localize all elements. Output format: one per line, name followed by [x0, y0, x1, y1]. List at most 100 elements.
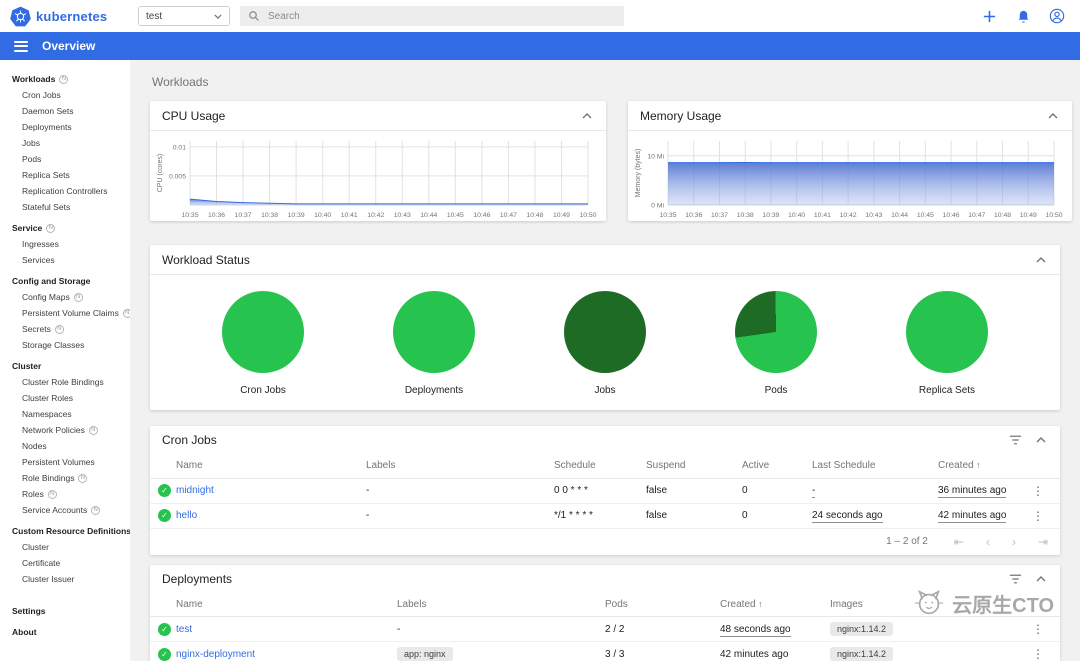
resource-link[interactable]: test	[176, 624, 192, 635]
column-header-labels[interactable]: Labels	[366, 460, 395, 471]
collapse-button[interactable]	[580, 111, 594, 121]
collapse-button[interactable]	[1034, 435, 1048, 445]
namespace-select[interactable]: test	[138, 6, 230, 26]
relative-time: 24 seconds ago	[812, 510, 883, 523]
sidebar-item-settings[interactable]: Settings	[0, 603, 130, 619]
sidebar-item-network-policies[interactable]: Network PoliciesN	[0, 422, 130, 438]
table-row: midnight-0 0 * * *false0-36 minutes ago	[150, 478, 1060, 503]
top-actions	[980, 7, 1080, 25]
brand-area[interactable]: kubernetes	[0, 6, 130, 27]
sidebar-item-persistent-volumes[interactable]: Persistent Volumes	[0, 454, 130, 470]
row-menu-button[interactable]	[1026, 622, 1050, 636]
sidebar-item-daemon-sets[interactable]: Daemon Sets	[0, 103, 130, 119]
column-header-created[interactable]: Created	[720, 599, 763, 610]
sidebar-item-storage-classes[interactable]: Storage Classes	[0, 337, 130, 353]
sidebar-item-deployments[interactable]: Deployments	[0, 119, 130, 135]
svg-text:10:38: 10:38	[737, 212, 754, 219]
column-header-pods[interactable]: Pods	[605, 599, 628, 610]
sidebar-item-config-maps[interactable]: Config MapsN	[0, 289, 130, 305]
sidebar-item-ingresses[interactable]: Ingresses	[0, 236, 130, 252]
svg-text:10:39: 10:39	[762, 212, 779, 219]
deployments-card: Deployments NameLabelsPodsCreatedImagest…	[150, 565, 1060, 661]
card-header: CPU Usage	[150, 101, 606, 131]
collapse-button[interactable]	[1034, 255, 1048, 265]
row-menu-button[interactable]	[1026, 484, 1050, 498]
pagination-range: 1 – 2 of 2	[886, 536, 928, 547]
column-header-created[interactable]: Created	[938, 460, 981, 471]
sidebar-item-nodes[interactable]: Nodes	[0, 438, 130, 454]
search-input[interactable]	[266, 10, 616, 23]
filter-icon[interactable]	[1009, 574, 1022, 584]
sidebar-item-pods[interactable]: Pods	[0, 151, 130, 167]
sidebar-item-cluster-issuer[interactable]: Cluster Issuer	[0, 571, 130, 587]
sidebar-item-certificate[interactable]: Certificate	[0, 555, 130, 571]
notifications-bell-icon[interactable]	[1014, 7, 1032, 25]
column-header-images[interactable]: Images	[830, 599, 863, 610]
sidebar-item-service-accounts[interactable]: Service AccountsN	[0, 502, 130, 518]
column-header-name[interactable]: Name	[176, 599, 203, 610]
namespaced-badge: N	[74, 293, 83, 302]
menu-button[interactable]	[14, 41, 28, 52]
sidebar-item-replication-controllers[interactable]: Replication Controllers	[0, 183, 130, 199]
collapse-button[interactable]	[1034, 574, 1048, 584]
resource-link[interactable]: midnight	[176, 485, 214, 496]
resource-link[interactable]: hello	[176, 510, 197, 521]
sidebar-item-secrets[interactable]: SecretsN	[0, 321, 130, 337]
pie-label: Replica Sets	[919, 385, 975, 396]
status-pie-pods: Pods	[711, 291, 841, 396]
namespace-value: test	[146, 11, 162, 22]
last-page-icon[interactable]: ⇥	[1038, 535, 1048, 549]
sidebar-item-cluster[interactable]: Cluster	[0, 539, 130, 555]
table-row: hello-*/1 * * * *false024 seconds ago42 …	[150, 503, 1060, 528]
next-page-icon[interactable]: ›	[1012, 535, 1016, 549]
cron-jobs-card: Cron Jobs NameLabelsScheduleSuspendActiv…	[150, 426, 1060, 555]
first-page-icon[interactable]: ⇤	[954, 535, 964, 549]
sidebar-item-roles[interactable]: RolesN	[0, 486, 130, 502]
column-header-schedule[interactable]: Schedule	[554, 460, 596, 471]
sidebar-item-config-and-storage[interactable]: Config and Storage	[0, 273, 130, 289]
sidebar-item-label: Cluster	[12, 361, 41, 371]
card-header: Workload Status	[150, 245, 1060, 275]
sidebar-item-persistent-volume-claims[interactable]: Persistent Volume ClaimsN	[0, 305, 130, 321]
row-menu-button[interactable]	[1026, 647, 1050, 661]
collapse-button[interactable]	[1046, 111, 1060, 121]
sidebar-item-label: Namespaces	[22, 409, 72, 419]
sidebar-item-cluster-roles[interactable]: Cluster Roles	[0, 390, 130, 406]
user-account-icon[interactable]	[1048, 7, 1066, 25]
sidebar-item-namespaces[interactable]: Namespaces	[0, 406, 130, 422]
column-header-suspend[interactable]: Suspend	[646, 460, 685, 471]
sidebar-item-cron-jobs[interactable]: Cron Jobs	[0, 87, 130, 103]
column-header-name[interactable]: Name	[176, 460, 203, 471]
sidebar-item-replica-sets[interactable]: Replica Sets	[0, 167, 130, 183]
card-header: Memory Usage	[628, 101, 1072, 131]
sidebar-item-workloads[interactable]: WorkloadsN	[0, 71, 130, 87]
sidebar-item-label: Secrets	[22, 324, 51, 334]
svg-text:10:41: 10:41	[814, 212, 831, 219]
chevron-down-icon	[214, 14, 222, 19]
label-chip: app: nginx	[397, 647, 453, 661]
column-header-labels[interactable]: Labels	[397, 599, 426, 610]
column-header-active[interactable]: Active	[742, 460, 769, 471]
sidebar-item-custom-resource-definitions[interactable]: Custom Resource Definitions	[0, 523, 130, 539]
svg-text:10:37: 10:37	[711, 212, 728, 219]
sidebar-item-role-bindings[interactable]: Role BindingsN	[0, 470, 130, 486]
svg-text:0.01: 0.01	[173, 144, 186, 151]
sidebar-item-cluster[interactable]: Cluster	[0, 358, 130, 374]
sidebar-item-service[interactable]: ServiceN	[0, 220, 130, 236]
sidebar-item-stateful-sets[interactable]: Stateful Sets	[0, 199, 130, 215]
svg-text:10:35: 10:35	[181, 212, 198, 219]
svg-text:10:37: 10:37	[235, 212, 252, 219]
sidebar: WorkloadsNCron JobsDaemon SetsDeployment…	[0, 60, 130, 661]
sidebar-item-about[interactable]: About	[0, 624, 130, 640]
sidebar-item-services[interactable]: Services	[0, 252, 130, 268]
resource-link[interactable]: nginx-deployment	[176, 649, 255, 660]
create-resource-button[interactable]	[980, 7, 998, 25]
column-header-last-schedule[interactable]: Last Schedule	[812, 460, 875, 471]
row-menu-button[interactable]	[1026, 509, 1050, 523]
filter-icon[interactable]	[1009, 435, 1022, 445]
sidebar-item-jobs[interactable]: Jobs	[0, 135, 130, 151]
prev-page-icon[interactable]: ‹	[986, 535, 990, 549]
search-bar[interactable]	[240, 6, 624, 26]
svg-text:10:40: 10:40	[788, 212, 805, 219]
sidebar-item-cluster-role-bindings[interactable]: Cluster Role Bindings	[0, 374, 130, 390]
